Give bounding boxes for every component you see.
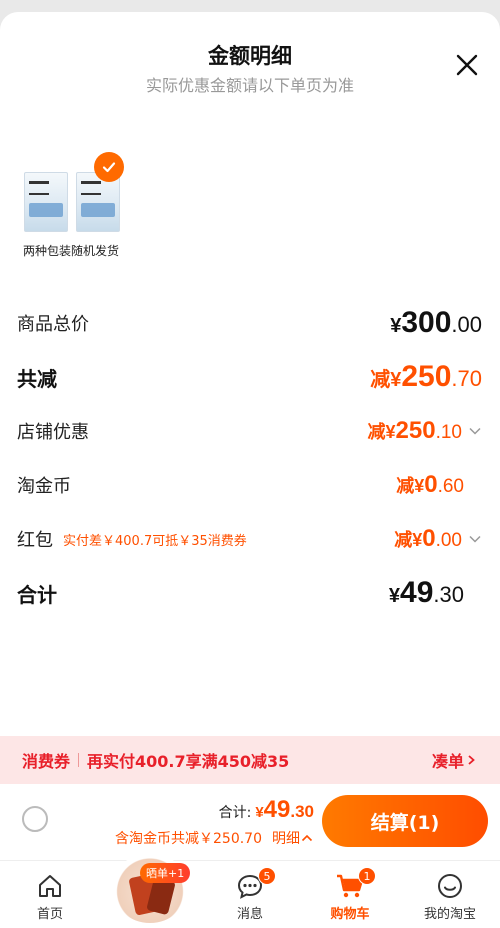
select-all-radio[interactable] xyxy=(22,806,48,832)
taobao-coin-label: 淘金币 xyxy=(17,476,71,497)
coupon-tag: 消费券 xyxy=(22,752,71,771)
sum-amount: ¥49.30 xyxy=(388,576,464,609)
total-reduce-amount: 减¥ 250.70 xyxy=(370,360,482,393)
promo-badge: 晒单+1 xyxy=(140,863,191,883)
product-caption: 两种包装随机发货 xyxy=(22,244,119,258)
selected-check-icon xyxy=(94,152,124,182)
tab-home[interactable]: 首页 xyxy=(0,861,100,928)
sum-row: 合计 ¥49.30 xyxy=(17,576,482,609)
checkout-total-amount: ¥49.30 xyxy=(255,796,314,823)
cart-badge: 1 xyxy=(358,867,376,885)
coupon-text: 再实付400.7享满450减35 xyxy=(87,752,290,771)
add-items-link[interactable]: 凑单 xyxy=(432,748,478,772)
sheet-title: 金额明细 xyxy=(208,44,292,68)
taobao-coin-amount: 减¥ 0.60 xyxy=(396,471,464,498)
shop-discount-label: 店铺优惠 xyxy=(17,422,89,443)
chevron-up-icon xyxy=(301,834,313,842)
smile-icon xyxy=(435,871,465,901)
saved-text: 含淘金币共减￥250.70 xyxy=(115,831,262,847)
taobao-coin-row: 淘金币 减¥ 0.60 xyxy=(17,470,482,500)
tab-mine[interactable]: 我的淘宝 xyxy=(400,861,500,928)
coupon-bar: 消费券 再实付400.7享满450减35 凑单 xyxy=(0,736,500,784)
messages-badge: 5 xyxy=(258,867,276,885)
tab-messages[interactable]: 5 消息 xyxy=(200,861,300,928)
total-reduce-label: 共减 xyxy=(17,366,57,391)
chevron-down-icon[interactable] xyxy=(468,532,482,546)
product-item[interactable]: 两种包装随机发货 xyxy=(18,152,124,259)
home-icon xyxy=(35,871,65,901)
coupon-divider xyxy=(78,753,80,767)
settle-button[interactable]: 结算(1) xyxy=(322,795,488,847)
saved-line: 含淘金币共减￥250.70 明细 xyxy=(115,828,314,848)
chevron-right-icon xyxy=(468,755,475,765)
chevron-down-icon[interactable] xyxy=(468,424,482,438)
bottom-tabbar: 首页 晒单+1 5 消息 1 购物车 我的淘宝 xyxy=(0,853,500,928)
red-packet-note: 实付差￥400.7可抵￥35消费券 xyxy=(63,533,247,549)
checkout-total: 合计: ¥49.30 xyxy=(219,796,314,824)
shop-discount-row[interactable]: 店铺优惠 减¥ 250.10 xyxy=(17,416,482,446)
checkout-total-label: 合计: xyxy=(218,805,252,821)
close-icon[interactable] xyxy=(454,52,480,78)
sum-label: 合计 xyxy=(17,582,57,607)
goods-total-label: 商品总价 xyxy=(17,314,89,335)
goods-total-row: 商品总价 ¥300.00 xyxy=(17,306,482,339)
tab-cart[interactable]: 1 购物车 xyxy=(300,861,400,928)
sheet-subtitle: 实际优惠金额请以下单页为准 xyxy=(145,76,354,95)
red-packet-amount: 减¥ 0.00 xyxy=(394,525,482,553)
red-packet-label: 红包 实付差￥400.7可抵￥35消费券 xyxy=(17,530,247,551)
total-reduce-row: 共减 减¥ 250.70 xyxy=(17,360,482,393)
goods-total-amount: ¥300.00 xyxy=(390,306,482,339)
product-image xyxy=(18,152,124,232)
checkout-bar: 合计: ¥49.30 含淘金币共减￥250.70 明细 结算(1) xyxy=(0,784,500,860)
detail-toggle[interactable]: 明细 xyxy=(272,828,314,848)
tab-promo[interactable]: 晒单+1 xyxy=(100,853,200,928)
red-packet-row[interactable]: 红包 实付差￥400.7可抵￥35消费券 减¥ 0.00 xyxy=(17,524,482,554)
shop-discount-amount: 减¥ 250.10 xyxy=(368,417,482,445)
